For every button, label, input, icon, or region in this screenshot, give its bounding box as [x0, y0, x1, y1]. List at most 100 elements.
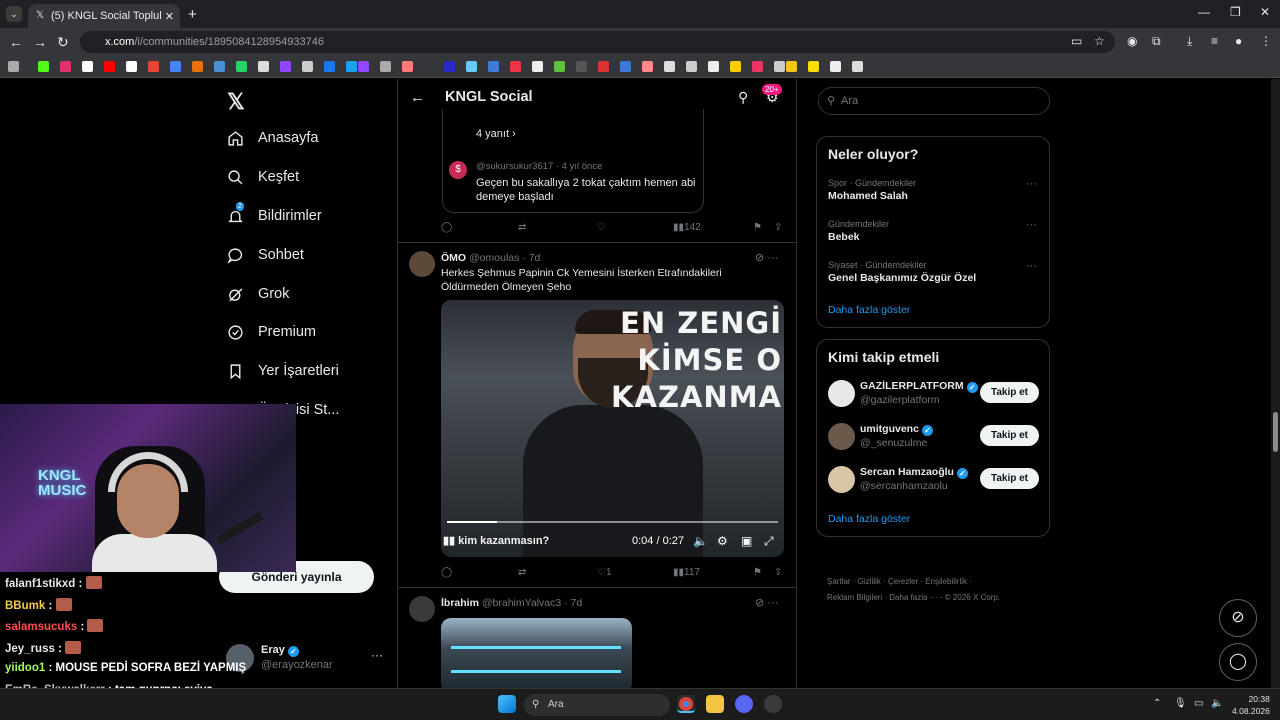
volume-icon[interactable]: 🔈 [693, 534, 708, 548]
nav-bookmarks[interactable]: Yer İşaretleri [226, 359, 339, 383]
address-bar[interactable]: x.com/i/communities/1895084128954933746 [80, 31, 1115, 53]
messages-fab-icon[interactable]: ◯ [1219, 643, 1257, 681]
bookmark-icon[interactable] [148, 61, 159, 72]
bookmark-icon[interactable] [664, 61, 675, 72]
close-window-icon[interactable]: ✕ [1260, 5, 1270, 19]
bookmark-icon[interactable] [380, 61, 391, 72]
network-icon[interactable]: ▭ [1194, 698, 1203, 709]
bookmark-star-icon[interactable]: ☆ [1094, 34, 1105, 48]
tray-chevron-icon[interactable]: ⌃ [1153, 698, 1161, 709]
show-more-link[interactable]: Daha fazla göster [828, 304, 910, 316]
nav-home[interactable]: Anasayfa [226, 126, 318, 150]
scrollbar-thumb[interactable] [1273, 412, 1278, 452]
bookmark-icon[interactable] [708, 61, 719, 72]
bookmark-icon[interactable] [324, 61, 335, 72]
trend-more-icon[interactable]: ··· [1026, 260, 1037, 272]
bookmark-icon[interactable] [402, 61, 413, 72]
follow-button[interactable]: Takip et [980, 382, 1039, 403]
tweet-author[interactable]: ÖMO [441, 252, 466, 264]
bookmark-icon[interactable] [852, 61, 863, 72]
footer-links[interactable]: Reklam Bilgileri · Daha fazla ··· · © 20… [827, 593, 1000, 602]
discord-icon[interactable] [735, 695, 753, 713]
follow-name[interactable]: Sercan Hamzaoğlu ✓ [860, 466, 968, 479]
trend-more-icon[interactable]: ··· [1026, 219, 1037, 231]
back-arrow-icon[interactable]: ← [410, 89, 425, 106]
footer-links[interactable]: Şartlar · Gizlilik · Çerezler · Erişileb… [827, 577, 972, 586]
system-clock[interactable]: 20:38 4.08.2026 [1232, 693, 1270, 717]
close-tab-icon[interactable]: ✕ [165, 10, 174, 23]
follow-button[interactable]: Takip et [980, 425, 1039, 446]
follow-name[interactable]: umitguvenc ✓ [860, 423, 933, 436]
bookmark-icon[interactable] [444, 61, 455, 72]
bookmark-icon[interactable] [730, 61, 741, 72]
trend-name[interactable]: Genel Başkanımız Özgür Özel [828, 272, 976, 284]
bookmark-icon[interactable] [214, 61, 225, 72]
bookmark-icon[interactable] [620, 61, 631, 72]
grok-fab-icon[interactable]: ⊘ [1219, 599, 1257, 637]
video-progress-bar[interactable] [447, 521, 778, 523]
bookmark-icon[interactable] [82, 61, 93, 72]
nav-notifications[interactable]: 2 Bildirimler [226, 202, 322, 228]
app-icon[interactable] [764, 695, 782, 713]
retweet-icon[interactable]: ⇄ [518, 222, 526, 233]
share-icon[interactable]: ⇪ [774, 222, 782, 233]
bookmark-icon[interactable] [576, 61, 587, 72]
bookmark-icon[interactable] [510, 61, 521, 72]
retweet-icon[interactable]: ⇄ [518, 567, 526, 578]
forward-icon[interactable]: → [33, 34, 47, 50]
tab-search-icon[interactable]: ⌄ [6, 6, 22, 22]
bookmark-icon[interactable] [466, 61, 477, 72]
bookmark-icon[interactable] [126, 61, 137, 72]
follow-button[interactable]: Takip et [980, 468, 1039, 489]
bookmark-icon[interactable] [830, 61, 841, 72]
bookmark-icon[interactable] [60, 61, 71, 72]
menu-kebab-icon[interactable]: ⋮ [1260, 34, 1272, 48]
bookmark-icon[interactable] [170, 61, 181, 72]
bookmark-icon[interactable] [38, 61, 49, 72]
avatar[interactable] [828, 423, 855, 450]
tweet-author[interactable]: İbrahim [441, 597, 479, 609]
bookmark-icon[interactable]: ⚑ [753, 222, 762, 233]
download-icon[interactable]: ⤓ [1187, 34, 1192, 49]
scrollbar[interactable] [1271, 79, 1280, 688]
new-tab-icon[interactable]: + [188, 6, 197, 23]
back-icon[interactable]: ← [9, 34, 23, 50]
views-count[interactable]: ▮▮ 117 [673, 567, 700, 578]
like-icon[interactable]: ♡ [597, 222, 606, 233]
reply-icon[interactable]: ◯ [441, 567, 452, 578]
quoted-comment-card[interactable]: 4 yanıt › $ @sukursukur3617 · 4 yıl önce… [442, 109, 704, 213]
microphone-icon[interactable]: 🎙 [1174, 698, 1187, 709]
trend-more-icon[interactable]: ··· [1026, 178, 1037, 190]
search-input[interactable]: ⚲ Ara [818, 87, 1050, 115]
bookmark-icon[interactable] [280, 61, 291, 72]
settings-gear-icon[interactable]: ⚙ [717, 534, 728, 548]
bookmark-icon[interactable] [302, 61, 313, 72]
bookmark-icon[interactable] [808, 61, 819, 72]
nav-explore[interactable]: Keşfet [226, 165, 299, 189]
puzzle-icon[interactable]: ⧉ [1152, 34, 1161, 49]
search-icon[interactable]: ⚲ [738, 89, 748, 106]
bookmark-icon[interactable] [532, 61, 543, 72]
x-logo-icon[interactable]: 𝕏 [227, 89, 245, 115]
bookmark-icon[interactable] [488, 61, 499, 72]
reload-icon[interactable]: ↻ [57, 34, 69, 51]
minimize-icon[interactable]: — [1198, 5, 1210, 19]
avatar[interactable] [409, 251, 435, 277]
bookmark-icon[interactable] [774, 61, 785, 72]
tweet-more-icon[interactable]: ⊘ ··· [755, 596, 778, 609]
like-button[interactable]: ♡ 1 [597, 567, 612, 578]
bookmark-icon[interactable] [642, 61, 653, 72]
media-icon[interactable]: ≡ [1211, 34, 1218, 48]
restore-icon[interactable]: ❐ [1230, 5, 1241, 19]
tweet-more-icon[interactable]: ⊘ ··· [755, 251, 778, 264]
bookmark-icon[interactable] [358, 61, 369, 72]
nav-chat[interactable]: Sohbet [226, 243, 304, 267]
windows-start-icon[interactable] [498, 695, 516, 713]
views-count[interactable]: ▮▮ 142 [673, 222, 701, 233]
nav-premium[interactable]: Premium [226, 320, 316, 344]
reply-icon[interactable]: ◯ [441, 222, 452, 233]
bookmark-icon[interactable] [554, 61, 565, 72]
taskbar-search[interactable]: ⚲ Ara [524, 694, 670, 716]
bookmark-icon[interactable] [786, 61, 797, 72]
file-explorer-icon[interactable] [706, 695, 724, 713]
